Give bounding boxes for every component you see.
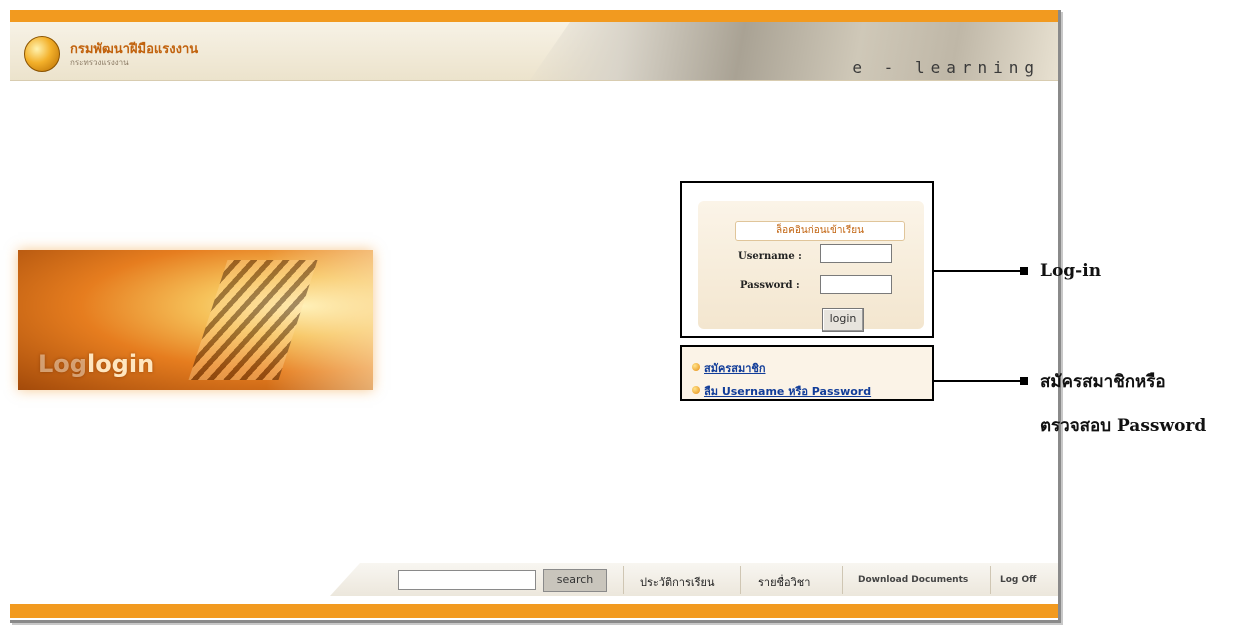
banner-text: e - learning (852, 58, 1040, 77)
register-callout-text-line2: ตรวจสอบ Password (1040, 416, 1207, 436)
search-button[interactable]: search (543, 569, 607, 592)
register-link[interactable]: สมัครสมาชิก (704, 359, 766, 377)
nav-downloads-link[interactable]: Download Documents (858, 575, 968, 585)
nav-divider (623, 566, 624, 594)
login-panel: ล็อคอินก่อนเข้าเรียน Username : Password… (698, 201, 924, 332)
promo-decoration (188, 260, 318, 380)
login-panel-highlight: ล็อคอินก่อนเข้าเรียน Username : Password… (680, 181, 934, 338)
bottom-accent-bar (10, 604, 1058, 618)
login-callout-marker (1020, 267, 1028, 275)
account-links-highlight: สมัครสมาชิก ลืม Username หรือ Password (680, 345, 934, 401)
password-label: Password : (740, 280, 800, 291)
nav-divider (990, 566, 991, 594)
promo-main-text: login (86, 350, 155, 378)
login-panel-title: ล็อคอินก่อนเข้าเรียน (735, 221, 905, 241)
logo-icon (24, 36, 60, 72)
forgot-password-link[interactable]: ลืม Username หรือ Password (704, 382, 871, 400)
password-field[interactable] (820, 275, 892, 294)
nav-history-link[interactable]: ประวัติการเรียน (640, 573, 715, 591)
top-accent-bar (10, 10, 1058, 22)
username-field[interactable] (820, 244, 892, 263)
nav-courses-link[interactable]: รายชื่อวิชา (758, 573, 810, 591)
nav-divider (842, 566, 843, 594)
promo-text: Loglogin (38, 350, 154, 378)
header-banner-image: e - learning (530, 22, 1058, 80)
bullet-icon (692, 363, 700, 371)
nav-divider (740, 566, 741, 594)
register-callout-marker (1020, 377, 1028, 385)
org-subtitle: กระทรวงแรงงาน (70, 58, 129, 67)
login-callout-text: Log-in (1040, 261, 1102, 281)
username-label: Username : (738, 251, 802, 262)
register-callout-line (932, 380, 1022, 382)
promo-ghost-text: Log (38, 350, 87, 378)
bullet-icon (692, 386, 700, 394)
register-callout-text-line1: สมัครสมาชิกหรือ (1040, 372, 1166, 392)
login-callout-line (932, 270, 1022, 272)
login-button[interactable]: login (822, 308, 864, 332)
nav-logoff-link[interactable]: Log Off (1000, 575, 1036, 585)
login-promo-image: Loglogin (18, 250, 373, 390)
search-input[interactable] (398, 570, 536, 590)
